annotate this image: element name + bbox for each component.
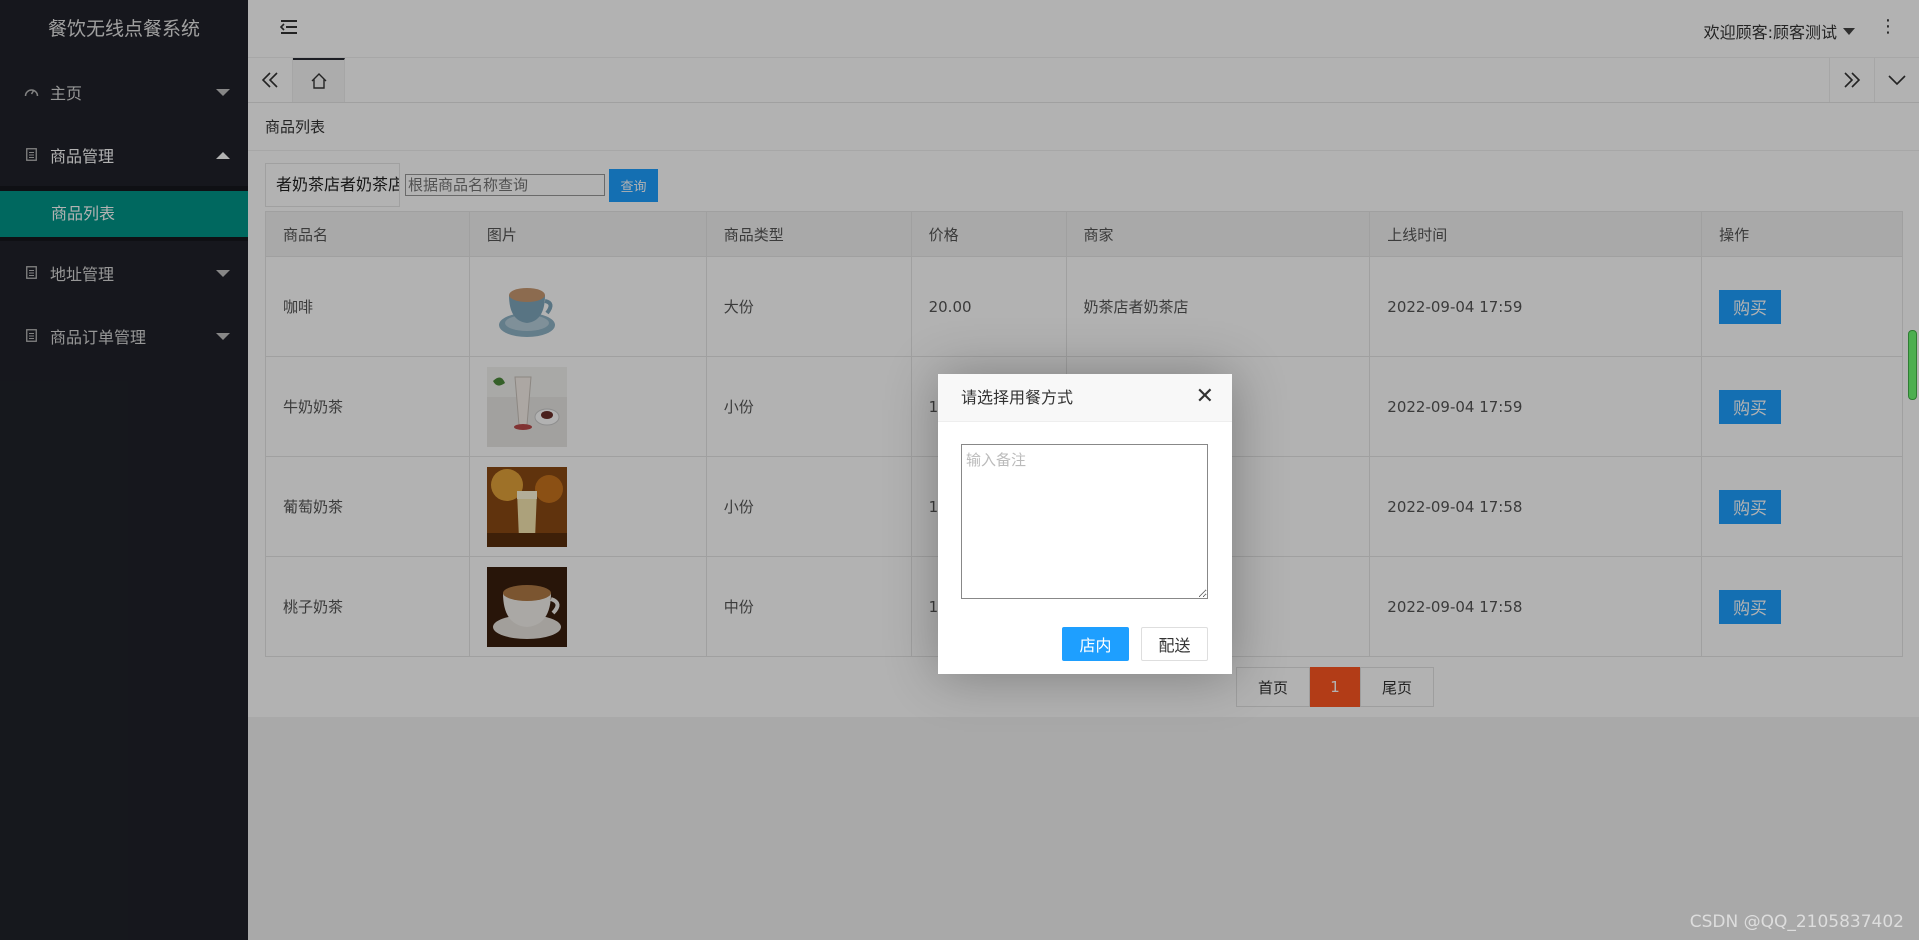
dining-method-dialog: 请选择用餐方式 ✕ 店内 配送 <box>938 374 1232 674</box>
dine-in-button[interactable]: 店内 <box>1062 627 1129 661</box>
close-icon[interactable]: ✕ <box>1196 374 1214 420</box>
dialog-header: 请选择用餐方式 ✕ <box>938 374 1232 422</box>
watermark: CSDN @QQ_2105837402 <box>1689 912 1904 932</box>
delivery-button[interactable]: 配送 <box>1141 627 1208 661</box>
page-scrollbar[interactable] <box>1908 330 1917 400</box>
dialog-title: 请选择用餐方式 <box>961 388 1074 407</box>
note-textarea[interactable] <box>961 444 1208 599</box>
